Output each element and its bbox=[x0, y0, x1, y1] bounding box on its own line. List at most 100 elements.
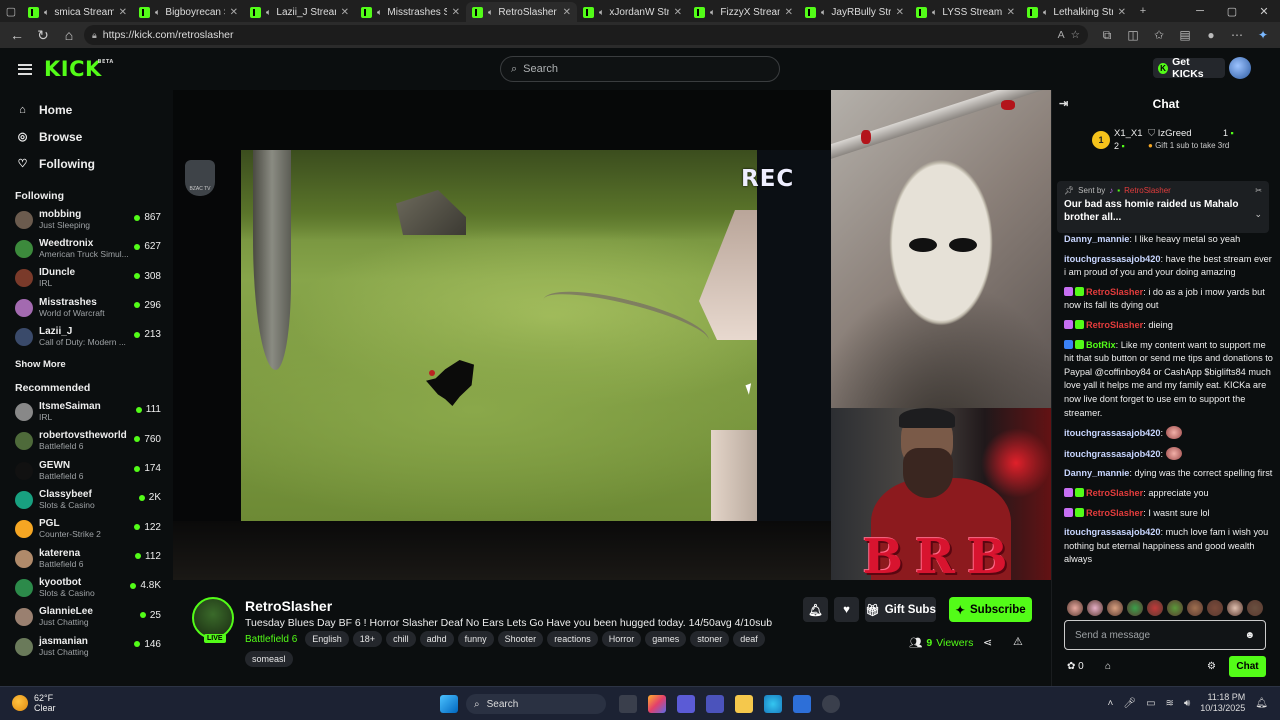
minimize-icon[interactable]: ─ bbox=[1184, 0, 1216, 22]
close-tab-icon[interactable]: ✕ bbox=[896, 7, 904, 18]
notification-bell-button[interactable]: 🔔︎ bbox=[803, 597, 828, 622]
stream-tag[interactable]: deaf bbox=[733, 631, 765, 647]
chat-username[interactable]: itouchgrassasajob420 bbox=[1064, 428, 1161, 438]
microphone-icon[interactable]: 🎤︎ bbox=[1123, 698, 1136, 709]
split-screen-icon[interactable]: ◫ bbox=[1122, 24, 1144, 46]
browser-tab[interactable]: 🔈︎ xJordanW Stre ✕ bbox=[577, 2, 688, 22]
emote-icon[interactable] bbox=[1107, 600, 1123, 616]
audio-icon[interactable]: 🔈︎ bbox=[1043, 7, 1048, 18]
read-aloud-icon[interactable]: A bbox=[1058, 29, 1065, 41]
emote-icon[interactable] bbox=[1207, 600, 1223, 616]
copilot-icon[interactable]: ✦ bbox=[1252, 24, 1274, 46]
favorites-icon[interactable]: ✩ bbox=[1148, 24, 1170, 46]
audio-icon[interactable]: 🔈︎ bbox=[377, 7, 382, 18]
leader-1[interactable]: X1_X1 bbox=[1114, 128, 1143, 139]
gift-subs-button[interactable]: 🎁︎ Gift Subs bbox=[865, 597, 936, 622]
notifications-icon[interactable]: 🔔︎ bbox=[1255, 698, 1268, 709]
follow-heart-button[interactable]: ♥ bbox=[834, 597, 859, 622]
stream-tag[interactable]: Horror bbox=[601, 631, 642, 647]
wifi-icon[interactable]: ≋ bbox=[1166, 698, 1174, 709]
stream-tag[interactable]: adhd bbox=[419, 631, 454, 647]
channel-avatar[interactable]: LIVE bbox=[192, 597, 234, 643]
emote-icon[interactable] bbox=[1147, 600, 1163, 616]
search-input[interactable]: ⌕ Search bbox=[500, 56, 780, 82]
clock[interactable]: 11:18 PM 10/13/2025 bbox=[1200, 692, 1245, 714]
volume-icon[interactable]: 🔊︎ bbox=[1184, 698, 1190, 709]
close-tab-icon[interactable]: ✕ bbox=[1007, 7, 1015, 18]
stream-tag[interactable]: reactions bbox=[547, 631, 598, 647]
app-icon[interactable] bbox=[793, 695, 811, 713]
chat-username[interactable]: RetroSlasher bbox=[1086, 287, 1143, 297]
kick-logo[interactable]: KICK BETA bbox=[44, 57, 113, 81]
favorite-star-icon[interactable]: ☆ bbox=[1071, 29, 1080, 41]
sidebar-channel[interactable]: GEWN Battlefield 6 174 bbox=[0, 456, 172, 485]
browser-tab[interactable]: 🔈︎ smica Stream ✕ bbox=[22, 2, 133, 22]
browser-tab[interactable]: 🔈︎ Bigboyrecan St ✕ bbox=[133, 2, 244, 22]
sidebar-channel[interactable]: PGL Counter-Strike 2 122 bbox=[0, 515, 172, 544]
unpin-icon[interactable]: ✂︎ bbox=[1255, 186, 1262, 195]
start-icon[interactable] bbox=[440, 695, 458, 713]
report-icon[interactable]: ⚠︎ bbox=[1013, 635, 1023, 648]
chat-settings-icon[interactable]: ⚙ bbox=[1207, 661, 1216, 672]
sidebar-channel[interactable]: Lazii_J Call of Duty: Modern ... 213 bbox=[0, 322, 172, 351]
chat-username[interactable]: RetroSlasher bbox=[1086, 488, 1143, 498]
back-icon[interactable]: ← bbox=[6, 24, 28, 46]
close-tab-icon[interactable]: ✕ bbox=[341, 7, 349, 18]
browser-tab[interactable]: 🔈︎ LYSS Stream ✕ bbox=[910, 2, 1021, 22]
expand-chevron-icon[interactable]: ⌄ bbox=[1254, 209, 1262, 220]
close-tab-icon[interactable]: ✕ bbox=[563, 7, 571, 18]
stream-tag[interactable]: games bbox=[645, 631, 687, 647]
nav-browse[interactable]: ◎ Browse bbox=[0, 123, 172, 150]
store-icon[interactable]: ⌂ bbox=[1105, 661, 1111, 672]
extensions-icon[interactable]: ⧉ bbox=[1096, 24, 1118, 46]
close-tab-icon[interactable]: ✕ bbox=[452, 7, 460, 18]
audio-icon[interactable]: 🔈︎ bbox=[932, 7, 937, 18]
browser-tab[interactable]: 🔈︎ Lazii_J Stream ✕ bbox=[244, 2, 355, 22]
sidebar-channel[interactable]: Classybeef Slots & Casino 2K bbox=[0, 485, 172, 514]
emote-icon[interactable] bbox=[1167, 600, 1183, 616]
chat-app-icon[interactable] bbox=[706, 695, 724, 713]
profile-icon[interactable]: ● bbox=[1200, 24, 1222, 46]
chat-username[interactable]: BotRix bbox=[1086, 340, 1116, 350]
sidebar-channel[interactable]: Misstrashes World of Warcraft 296 bbox=[0, 293, 172, 322]
sidebar-channel[interactable]: Weedtronix American Truck Simul... 627 bbox=[0, 234, 172, 263]
video-player[interactable]: BZAC TV REC BRB bbox=[173, 90, 1051, 580]
copilot-app-icon[interactable] bbox=[648, 695, 666, 713]
browser-tab[interactable]: 🔈︎ RetroSlasher S ✕ bbox=[466, 2, 577, 22]
sidebar-channel[interactable]: kyootbot Slots & Casino 4.8K bbox=[0, 573, 172, 602]
chat-username[interactable]: Danny_mannie bbox=[1064, 234, 1129, 244]
browser-tab[interactable]: 🔈︎ FizzyX Stream ✕ bbox=[688, 2, 799, 22]
kicks-balance[interactable]: ✿ 0 bbox=[1067, 661, 1084, 672]
close-tab-icon[interactable]: ✕ bbox=[119, 7, 127, 18]
channel-name[interactable]: RetroSlasher bbox=[245, 598, 332, 614]
show-more-button[interactable]: Show More bbox=[0, 353, 172, 375]
chat-username[interactable]: RetroSlasher bbox=[1086, 508, 1143, 518]
sidebar-channel[interactable]: robertovstheworld Battlefield 6 760 bbox=[0, 427, 172, 456]
sidebar-channel[interactable]: jasmanian Just Chatting 146 bbox=[0, 632, 172, 661]
emote-icon[interactable] bbox=[1087, 600, 1103, 616]
tab-actions-icon[interactable]: ▢ bbox=[0, 0, 22, 22]
browser-tab[interactable]: 🔈︎ Misstrashes St ✕ bbox=[355, 2, 466, 22]
stream-tag[interactable]: Shooter bbox=[497, 631, 544, 647]
audio-icon[interactable]: 🔈︎ bbox=[488, 7, 493, 18]
edge-icon[interactable] bbox=[764, 695, 782, 713]
maximize-icon[interactable]: ▢ bbox=[1216, 0, 1248, 22]
emote-icon[interactable] bbox=[1127, 600, 1143, 616]
address-bar[interactable]: 🔒︎ https://kick.com/retroslasher A ☆ bbox=[84, 25, 1088, 45]
subscribe-button[interactable]: ✦ Subscribe bbox=[949, 597, 1032, 622]
home-browser-icon[interactable]: ⌂ bbox=[58, 24, 80, 46]
sidebar-channel[interactable]: IDuncle IRL 308 bbox=[0, 264, 172, 293]
menu-icon[interactable] bbox=[18, 63, 32, 75]
leader-2[interactable]: ⛉ IzGreed bbox=[1148, 128, 1192, 139]
audio-icon[interactable]: 🔈︎ bbox=[155, 7, 160, 18]
emote-icon[interactable] bbox=[1067, 600, 1083, 616]
stream-category[interactable]: Battlefield 6 bbox=[245, 634, 297, 645]
nav-home[interactable]: ⌂ Home bbox=[0, 96, 172, 123]
browser-tab[interactable]: 🔈︎ Lethalking Stre ✕ bbox=[1021, 2, 1132, 22]
collapse-chat-icon[interactable]: ⇥ bbox=[1059, 97, 1068, 110]
stream-tag[interactable]: 18+ bbox=[352, 631, 383, 647]
get-kicks-button[interactable]: K Get KICKs bbox=[1153, 56, 1225, 80]
stream-tag[interactable]: funny bbox=[457, 631, 494, 647]
taskbar-search[interactable]: ⌕ Search bbox=[466, 694, 606, 714]
emoji-icon[interactable]: ☻ bbox=[1244, 630, 1255, 641]
